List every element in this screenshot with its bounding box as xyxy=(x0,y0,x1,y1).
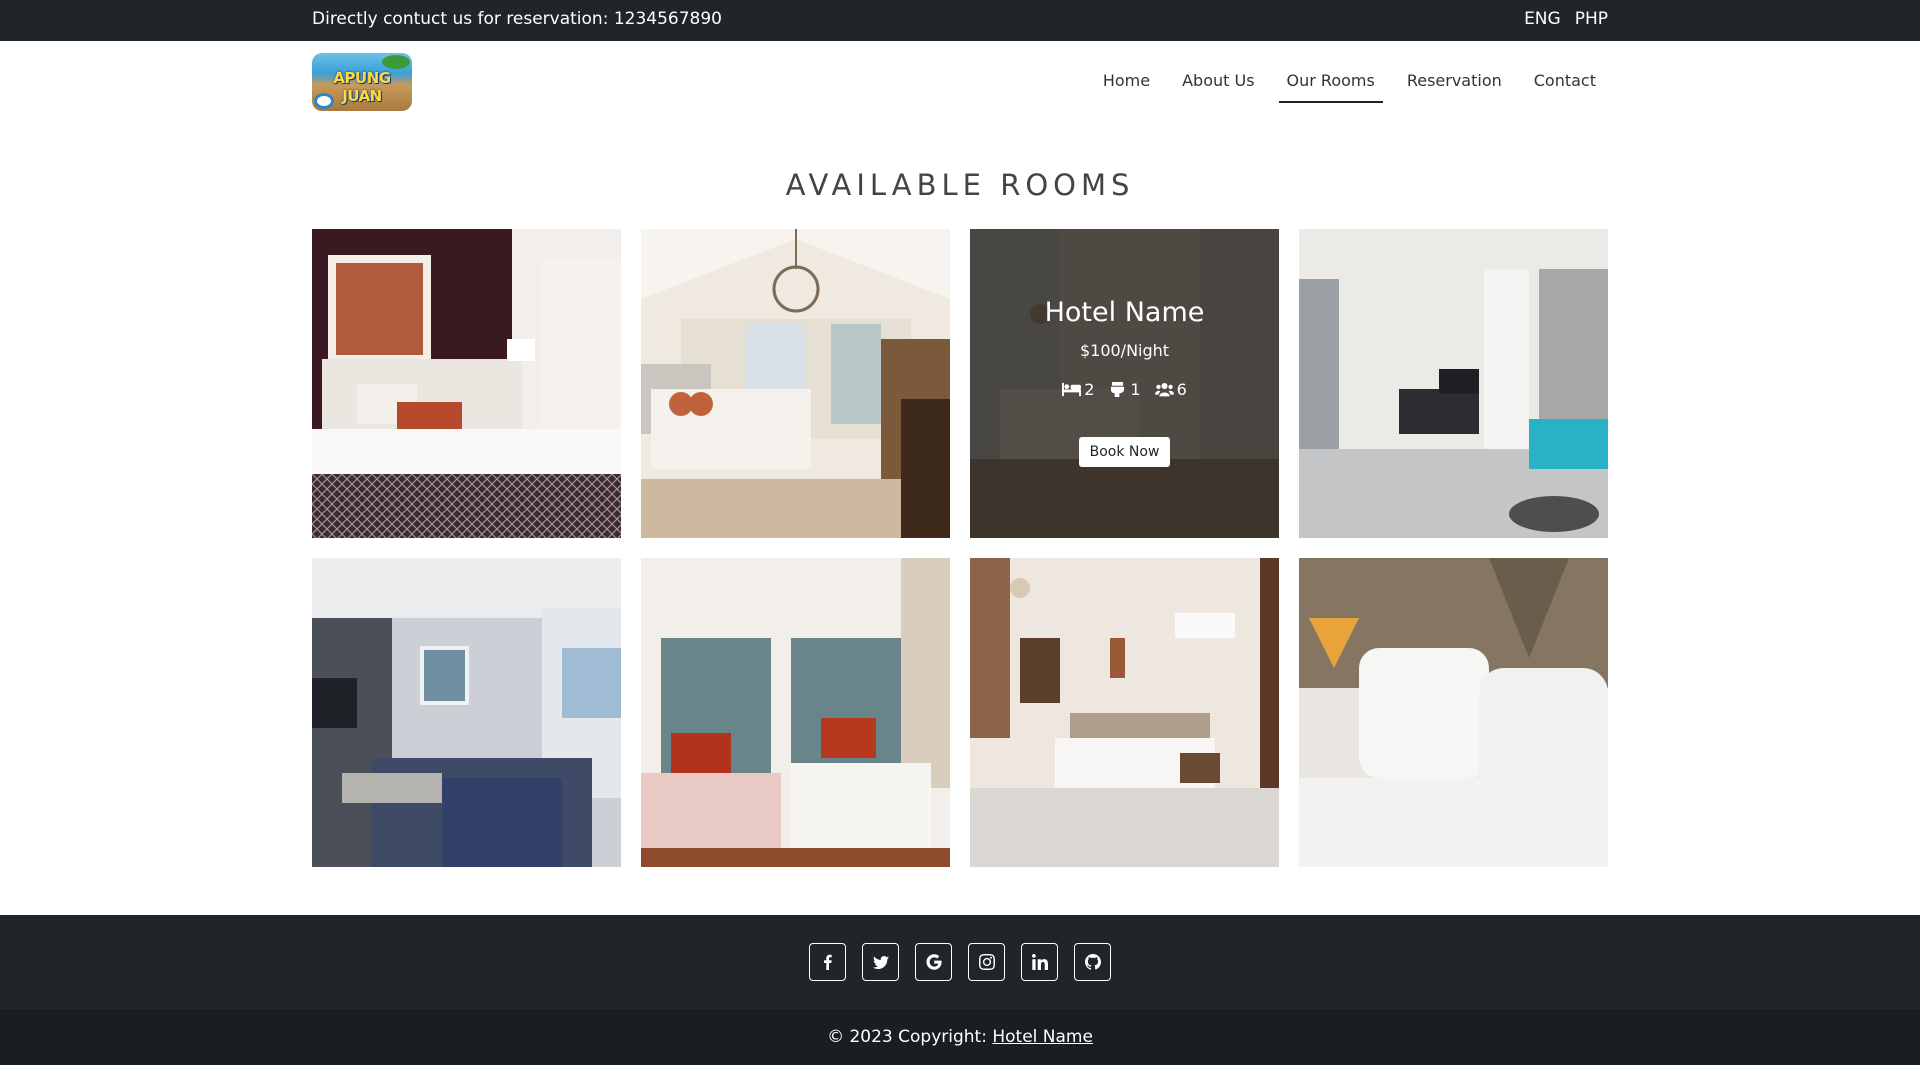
guests-amenity: 6 xyxy=(1154,380,1187,399)
users-icon xyxy=(1154,383,1174,397)
room-photo xyxy=(312,558,621,867)
room-hover-overlay: Hotel Name $100/Night 2 1 6 Book Now xyxy=(970,229,1279,538)
room-card-2[interactable] xyxy=(641,229,950,538)
baths-amenity: 1 xyxy=(1108,380,1141,399)
guests-count: 6 xyxy=(1176,380,1187,399)
room-card-5[interactable] xyxy=(312,558,621,867)
hotel-name: Hotel Name xyxy=(1044,297,1205,328)
linkedin-icon xyxy=(1031,954,1048,970)
nav-item-about-us[interactable]: About Us xyxy=(1174,41,1262,123)
footer xyxy=(0,915,1920,1009)
google-link[interactable] xyxy=(915,943,952,981)
rooms-grid: Hotel Name $100/Night 2 1 6 Book Now xyxy=(312,229,1608,867)
logo-wave-icon xyxy=(314,93,334,109)
reservation-contact-text: Directly contuct us for reservation: 123… xyxy=(312,9,722,29)
logo-leaf xyxy=(382,55,410,69)
beds-amenity: 2 xyxy=(1062,380,1094,399)
copyright-bar: © 2023 Copyright: Hotel Name xyxy=(0,1009,1920,1065)
navbar: APUNG JUAN Home About Us Our Rooms Reser… xyxy=(0,41,1920,123)
github-link[interactable] xyxy=(1074,943,1111,981)
room-card-3[interactable]: Hotel Name $100/Night 2 1 6 Book Now xyxy=(970,229,1279,538)
top-links: ENG PHP xyxy=(1524,0,1608,39)
linkedin-link[interactable] xyxy=(1021,943,1058,981)
page-title: AVAILABLE ROOMS xyxy=(785,168,1135,202)
copyright-text: © 2023 Copyright: xyxy=(827,1027,993,1047)
google-icon xyxy=(926,954,942,970)
room-amenities: 2 1 6 xyxy=(970,380,1279,399)
instagram-link[interactable] xyxy=(968,943,1005,981)
room-photo xyxy=(970,558,1279,867)
language-link[interactable]: ENG xyxy=(1524,0,1561,39)
room-card-4[interactable] xyxy=(1299,229,1608,538)
room-photo xyxy=(1299,558,1608,867)
nav-item-reservation[interactable]: Reservation xyxy=(1399,41,1510,123)
room-card-6[interactable] xyxy=(641,558,950,867)
facebook-icon xyxy=(823,954,832,970)
book-now-button[interactable]: Book Now xyxy=(1079,437,1170,467)
room-photo xyxy=(641,229,950,538)
social-links xyxy=(0,943,1920,981)
twitter-icon xyxy=(872,956,889,969)
room-card-8[interactable] xyxy=(1299,558,1608,867)
facebook-link[interactable] xyxy=(809,943,846,981)
copyright-link[interactable]: Hotel Name xyxy=(992,1027,1093,1047)
room-photo xyxy=(312,229,621,538)
room-card-1[interactable] xyxy=(312,229,621,538)
nav-item-contact[interactable]: Contact xyxy=(1526,41,1604,123)
top-bar: Directly contuct us for reservation: 123… xyxy=(0,0,1920,41)
baths-count: 1 xyxy=(1130,380,1141,399)
currency-link[interactable]: PHP xyxy=(1575,0,1608,39)
room-price: $100/Night xyxy=(1079,341,1170,360)
nav-item-our-rooms[interactable]: Our Rooms xyxy=(1278,41,1384,123)
nav-item-home[interactable]: Home xyxy=(1095,41,1158,123)
main-nav: Home About Us Our Rooms Reservation Cont… xyxy=(1091,41,1608,123)
bed-icon xyxy=(1062,382,1082,397)
room-photo xyxy=(1299,229,1608,538)
beds-count: 2 xyxy=(1084,380,1095,399)
github-icon xyxy=(1084,954,1101,970)
instagram-icon xyxy=(978,954,995,970)
logo[interactable]: APUNG JUAN xyxy=(312,53,412,111)
room-card-7[interactable] xyxy=(970,558,1279,867)
room-photo xyxy=(641,558,950,867)
toilet-icon xyxy=(1111,382,1125,397)
twitter-link[interactable] xyxy=(862,943,899,981)
